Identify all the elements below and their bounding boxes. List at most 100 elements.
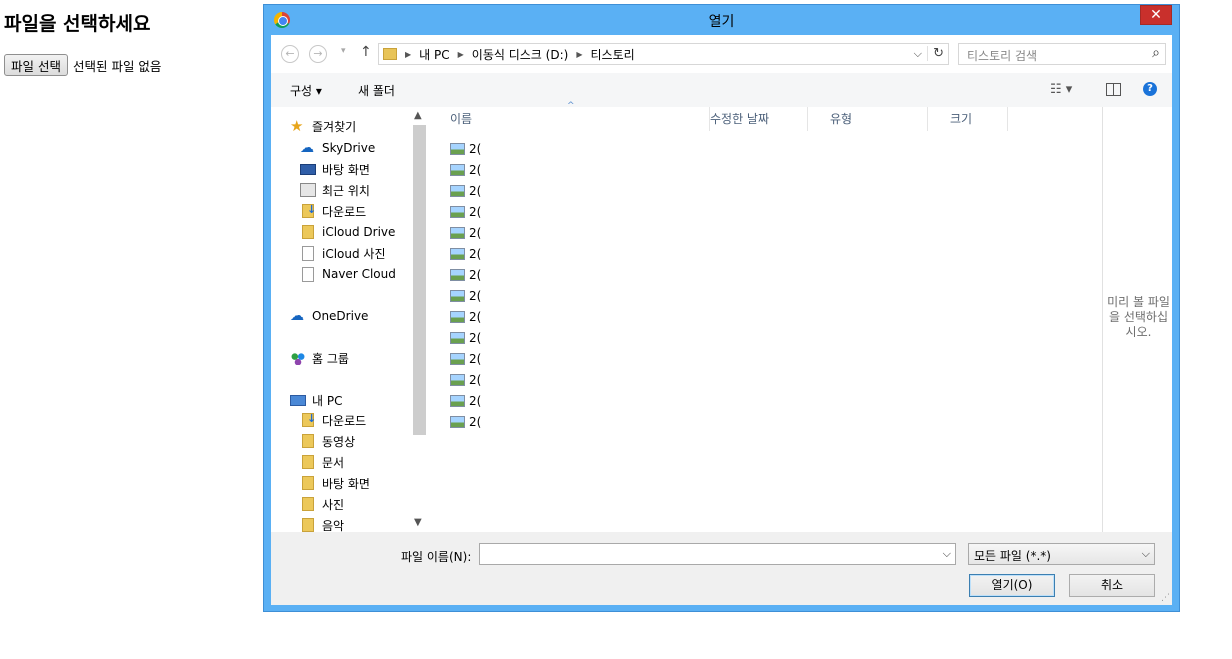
column-type[interactable]: 유형 (808, 107, 928, 131)
address-dropdown-icon[interactable]: ⌵ (914, 47, 922, 61)
nav-label: 음악 (322, 518, 345, 533)
recent-locations-button[interactable]: ▾ (341, 46, 346, 56)
command-bar: 구성 ▾ 새 폴더 ☷ ▾ ? (271, 73, 1172, 107)
nav-skydrive[interactable]: ☁ SkyDrive (300, 138, 375, 158)
chevron-right-icon[interactable]: ▶ (458, 50, 464, 59)
nav-label: 다운로드 (322, 204, 367, 219)
column-modified[interactable]: 수정한 날짜 (688, 107, 808, 131)
cancel-button[interactable]: 취소 (1069, 574, 1155, 597)
preview-message: 미리 볼 파일을 선택하십시오. (1107, 295, 1170, 339)
nav-recent-places[interactable]: 최근 위치 (300, 180, 370, 200)
image-file-icon (450, 416, 465, 428)
file-item[interactable]: 2( (450, 245, 481, 263)
file-item[interactable]: 2( (450, 371, 481, 389)
breadcrumb-removable-disk[interactable]: 이동식 디스크 (D:) (472, 46, 569, 63)
forward-button[interactable]: → (309, 45, 327, 63)
scroll-up-icon[interactable]: ▲ (414, 110, 422, 121)
nav-icloud-photos[interactable]: iCloud 사진 (300, 243, 386, 263)
refresh-icon[interactable]: ↻ (927, 46, 944, 61)
nav-scrollbar[interactable]: ▲ ▼ (411, 107, 428, 532)
new-folder-button[interactable]: 새 폴더 (358, 82, 395, 99)
nav-favorites[interactable]: ★ 즐겨찾기 (290, 116, 356, 136)
choose-file-button[interactable]: 파일 선택 (4, 54, 68, 76)
view-options-icon[interactable]: ☷ ▾ (1050, 82, 1072, 97)
file-name: 2( (469, 163, 482, 177)
nav-icloud-drive[interactable]: iCloud Drive (300, 222, 395, 242)
file-item[interactable]: 2( (450, 224, 481, 242)
file-item[interactable]: 2( (450, 161, 481, 179)
documents-folder-icon (302, 455, 314, 469)
search-placeholder: 티스토리 검색 (967, 49, 1038, 63)
nav-desktop[interactable]: 바탕 화면 (300, 159, 370, 179)
nav-label: 최근 위치 (322, 183, 370, 198)
chevron-down-icon[interactable]: ⌵ (1142, 547, 1150, 561)
nav-naver-cloud[interactable]: Naver Cloud (300, 264, 396, 284)
folder-icon (302, 225, 314, 239)
file-icon (302, 245, 314, 261)
close-button[interactable]: ✕ (1140, 5, 1172, 25)
downloads-folder-icon (302, 203, 316, 218)
back-button[interactable]: ← (281, 45, 299, 63)
nav-this-pc[interactable]: 내 PC (290, 390, 342, 410)
file-item[interactable]: 2( (450, 182, 481, 200)
preview-pane-icon[interactable] (1106, 83, 1121, 96)
nav-onedrive[interactable]: ☁ OneDrive (290, 306, 368, 326)
search-input[interactable]: 티스토리 검색 ⌕ (958, 43, 1166, 65)
chevron-right-icon[interactable]: ▶ (405, 50, 411, 59)
dialog-client: ← → ▾ ↑ ▶ 내 PC ▶ 이동식 디스크 (D:) ▶ 티스토리 ⌵ ↻… (271, 35, 1172, 605)
file-item[interactable]: 2( (450, 287, 481, 305)
dialog-titlebar[interactable]: 열기 ✕ (264, 5, 1179, 35)
file-name: 2( (469, 415, 482, 429)
nav-label: 다운로드 (322, 413, 367, 428)
file-list: ^ 이름 수정한 날짜 유형 크기 2(2(2(2(2(2(2(2(2(2(2(… (428, 101, 1102, 532)
nav-label: 사진 (322, 497, 345, 512)
nav-pc-desktop[interactable]: 바탕 화면 (300, 473, 370, 493)
file-item[interactable]: 2( (450, 140, 481, 158)
organize-button[interactable]: 구성 ▾ (290, 82, 322, 99)
open-button[interactable]: 열기(O) (969, 574, 1055, 597)
nav-videos[interactable]: 동영상 (300, 431, 355, 451)
nav-label: 동영상 (322, 434, 356, 449)
nav-homegroup[interactable]: 홈 그룹 (290, 348, 349, 368)
file-item[interactable]: 2( (450, 413, 481, 431)
file-item[interactable]: 2( (450, 203, 481, 221)
file-item[interactable]: 2( (450, 308, 481, 326)
file-item[interactable]: 2( (450, 329, 481, 347)
chevron-right-icon[interactable]: ▶ (576, 50, 582, 59)
column-size[interactable]: 크기 (928, 107, 1008, 131)
preview-pane: 미리 볼 파일을 선택하십시오. (1102, 107, 1172, 532)
column-name[interactable]: 이름 (428, 107, 710, 131)
nav-downloads[interactable]: 다운로드 (300, 201, 366, 221)
image-file-icon (450, 206, 465, 218)
cloud-icon: ☁ (290, 308, 304, 324)
help-icon[interactable]: ? (1143, 82, 1157, 96)
scroll-down-icon[interactable]: ▼ (414, 517, 422, 528)
breadcrumb-this-pc[interactable]: 내 PC (419, 46, 449, 63)
navigation-pane: ★ 즐겨찾기 ☁ SkyDrive 바탕 화면 최근 위치 다운로드 iCl (271, 107, 428, 533)
address-row: ← → ▾ ↑ ▶ 내 PC ▶ 이동식 디스크 (D:) ▶ 티스토리 ⌵ ↻… (271, 35, 1172, 73)
filename-input[interactable]: ⌵ (479, 543, 956, 565)
videos-folder-icon (302, 434, 314, 448)
chevron-down-icon[interactable]: ⌵ (943, 547, 951, 561)
nav-documents[interactable]: 문서 (300, 452, 344, 472)
resize-grip-icon[interactable]: ⋰ (1161, 593, 1170, 603)
address-bar[interactable]: ▶ 내 PC ▶ 이동식 디스크 (D:) ▶ 티스토리 ⌵ ↻ (378, 43, 949, 65)
nav-pc-downloads[interactable]: 다운로드 (300, 410, 366, 430)
image-file-icon (450, 185, 465, 197)
dialog-footer: 파일 이름(N): ⌵ 모든 파일 (*.*) ⌵ 열기(O) 취소 ⋰ (271, 532, 1172, 605)
file-item[interactable]: 2( (450, 266, 481, 284)
file-item[interactable]: 2( (450, 350, 481, 368)
music-folder-icon (302, 518, 314, 532)
image-file-icon (450, 374, 465, 386)
search-icon[interactable]: ⌕ (1152, 45, 1160, 61)
breadcrumb-tistory[interactable]: 티스토리 (590, 46, 634, 63)
open-file-dialog: 열기 ✕ ← → ▾ ↑ ▶ 내 PC ▶ 이동식 디스크 (D:) ▶ 티스토… (263, 4, 1180, 612)
nav-pictures[interactable]: 사진 (300, 494, 344, 514)
up-button[interactable]: ↑ (360, 44, 372, 60)
scroll-thumb[interactable] (413, 125, 426, 435)
nav-label: OneDrive (312, 309, 369, 323)
file-type-select[interactable]: 모든 파일 (*.*) ⌵ (968, 543, 1155, 565)
image-file-icon (450, 290, 465, 302)
file-item[interactable]: 2( (450, 392, 481, 410)
nav-label: iCloud 사진 (322, 246, 386, 261)
